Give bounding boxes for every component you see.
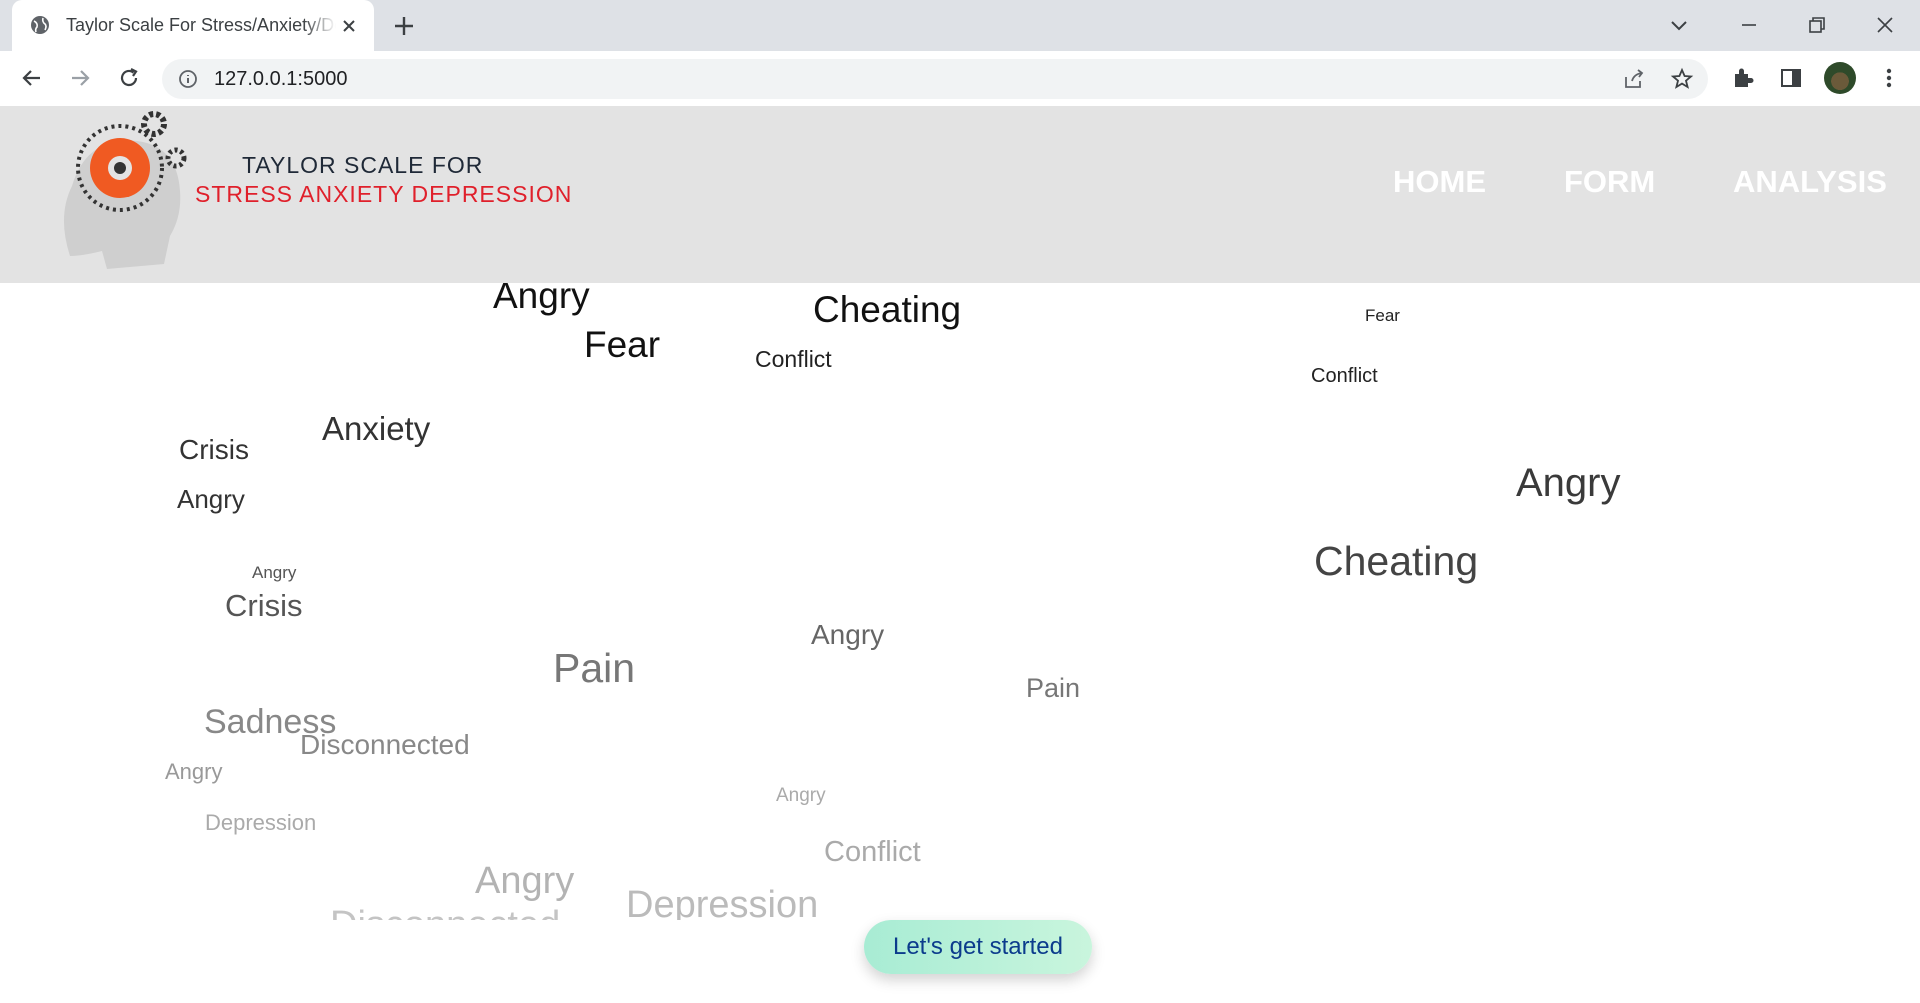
nav-form[interactable]: FORM xyxy=(1564,164,1655,200)
new-tab-icon[interactable] xyxy=(390,12,418,40)
word-cloud-word: Angry xyxy=(493,283,590,316)
word-cloud-word: Conflict xyxy=(755,346,832,372)
word-cloud-word: Angry xyxy=(475,860,575,902)
forward-icon[interactable] xyxy=(67,65,93,91)
word-cloud-word: Angry xyxy=(165,759,223,784)
site-info-icon[interactable] xyxy=(178,69,198,89)
nav-home[interactable]: HOME xyxy=(1393,164,1486,200)
bookmark-star-icon[interactable] xyxy=(1670,67,1694,91)
site-header: TAYLOR SCALE FOR STRESS ANXIETY DEPRESSI… xyxy=(0,106,1920,283)
word-cloud-word: Depression xyxy=(626,884,819,920)
minimize-icon[interactable] xyxy=(1734,10,1764,40)
tab-search-icon[interactable] xyxy=(1664,10,1694,40)
word-cloud-word: Disconnected xyxy=(330,906,560,920)
tab-title: Taylor Scale For Stress/Anxiety/Depressi… xyxy=(66,15,336,35)
word-cloud-word: Fear xyxy=(584,324,661,365)
browser-tab-strip: Taylor Scale For Stress/Anxiety/Depressi… xyxy=(0,0,1920,51)
close-window-icon[interactable] xyxy=(1870,10,1900,40)
word-cloud-word: Pain xyxy=(1026,673,1081,703)
browser-tab[interactable]: Taylor Scale For Stress/Anxiety/Depressi… xyxy=(12,0,374,51)
logo-text-line1: TAYLOR SCALE FOR xyxy=(242,152,484,178)
menu-kebab-icon[interactable] xyxy=(1876,65,1902,91)
reload-icon[interactable] xyxy=(116,65,142,91)
word-cloud-word: Conflict xyxy=(824,836,921,868)
word-cloud-word: Crisis xyxy=(179,434,249,465)
word-cloud-word: Conflict xyxy=(1311,365,1378,387)
word-cloud: Angry Cheating Fear Fear Conflict Confli… xyxy=(0,283,1920,920)
word-cloud-word: Cheating xyxy=(813,289,962,330)
word-cloud-word: Fear xyxy=(1365,306,1400,325)
restore-icon[interactable] xyxy=(1802,10,1832,40)
word-cloud-word: Crisis xyxy=(225,588,303,623)
word-cloud-word: Pain xyxy=(553,645,636,691)
url-text[interactable]: 127.0.0.1:5000 xyxy=(214,68,347,91)
address-bar[interactable]: 127.0.0.1:5000 xyxy=(162,59,1708,99)
word-cloud-word: Angry xyxy=(177,484,245,514)
word-cloud-word: Angry xyxy=(811,619,885,650)
globe-icon xyxy=(31,16,49,34)
extensions-icon[interactable] xyxy=(1730,65,1756,91)
site-logo[interactable]: TAYLOR SCALE FOR STRESS ANXIETY DEPRESSI… xyxy=(52,106,571,283)
profile-avatar[interactable] xyxy=(1824,62,1856,94)
word-cloud-word: Depression xyxy=(205,810,317,835)
side-panel-icon[interactable] xyxy=(1778,65,1804,91)
word-cloud-word: Angry xyxy=(776,785,826,806)
get-started-button[interactable]: Let's get started xyxy=(864,920,1092,974)
close-tab-icon[interactable] xyxy=(338,15,360,37)
word-cloud-word: Cheating xyxy=(1314,538,1479,584)
word-cloud-word: Angry xyxy=(252,563,297,582)
browser-toolbar: 127.0.0.1:5000 xyxy=(0,51,1920,107)
word-cloud-word: Anxiety xyxy=(322,410,431,447)
brain-gear-logo-icon xyxy=(63,111,187,269)
back-icon[interactable] xyxy=(19,65,45,91)
word-cloud-word: Angry xyxy=(1516,461,1621,505)
share-icon[interactable] xyxy=(1622,67,1646,91)
nav-analysis[interactable]: ANALYSIS xyxy=(1733,164,1887,200)
word-cloud-word: Disconnected xyxy=(300,729,470,760)
logo-text-line2: STRESS ANXIETY DEPRESSION xyxy=(195,181,573,207)
